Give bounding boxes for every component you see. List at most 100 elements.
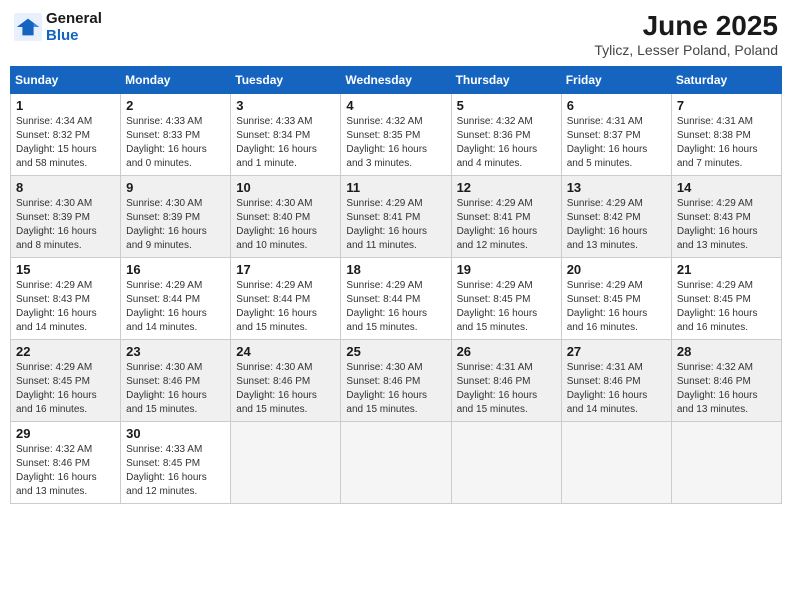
cell-info-line: Sunset: 8:33 PM <box>126 129 225 143</box>
cell-info-line: Daylight: 16 hours <box>236 389 335 403</box>
calendar-cell: 11Sunrise: 4:29 AMSunset: 8:41 PMDayligh… <box>341 176 451 258</box>
cell-info-line: and 12 minutes. <box>126 485 225 499</box>
cell-info-line: Sunrise: 4:30 AM <box>236 361 335 375</box>
cell-info-line: Sunrise: 4:29 AM <box>346 197 445 211</box>
cell-info-line: Sunrise: 4:29 AM <box>677 197 776 211</box>
cell-info-line: Sunrise: 4:31 AM <box>567 115 666 129</box>
day-number: 25 <box>346 344 445 359</box>
weekday-header-thursday: Thursday <box>451 67 561 94</box>
calendar-cell: 1 Sunrise: 4:34 AMSunset: 8:32 PMDaylight… <box>11 94 121 176</box>
cell-info-line: Daylight: 16 hours <box>346 389 445 403</box>
cell-info-line: Daylight: 16 hours <box>567 307 666 321</box>
cell-info-line: Sunrise: 4:34 AM <box>16 115 115 129</box>
logo-text: General Blue <box>46 10 102 44</box>
cell-info-line: and 13 minutes. <box>567 239 666 253</box>
calendar-cell: 8Sunrise: 4:30 AMSunset: 8:39 PMDaylight… <box>11 176 121 258</box>
cell-info-line: Sunrise: 4:29 AM <box>457 279 556 293</box>
cell-info-line: Sunset: 8:45 PM <box>567 293 666 307</box>
cell-info-line: Daylight: 16 hours <box>457 143 556 157</box>
cell-info-line: Sunset: 8:36 PM <box>457 129 556 143</box>
title-block: June 2025 Tylicz, Lesser Poland, Poland <box>594 10 778 58</box>
day-number: 17 <box>236 262 335 277</box>
calendar-cell <box>451 422 561 504</box>
calendar-cell: 28Sunrise: 4:32 AMSunset: 8:46 PMDayligh… <box>671 340 781 422</box>
day-number: 5 <box>457 98 556 113</box>
cell-info-line: Sunset: 8:46 PM <box>126 375 225 389</box>
cell-info-line: Daylight: 16 hours <box>346 143 445 157</box>
header: General Blue June 2025 Tylicz, Lesser Po… <box>10 10 782 58</box>
cell-info-line: Daylight: 16 hours <box>16 389 115 403</box>
day-number: 7 <box>677 98 776 113</box>
day-number: 24 <box>236 344 335 359</box>
cell-info-line: and 13 minutes. <box>677 239 776 253</box>
day-number: 11 <box>346 180 445 195</box>
cell-info-line: Sunset: 8:39 PM <box>16 211 115 225</box>
cell-info-line: Sunset: 8:45 PM <box>126 457 225 471</box>
calendar-week-row: 1Sunrise: 4:34 AMSunset: 8:32 PMDaylight… <box>11 94 782 176</box>
cell-info-line: and 14 minutes. <box>567 403 666 417</box>
cell-info-line: Sunrise: 4:29 AM <box>567 197 666 211</box>
calendar-cell: 17Sunrise: 4:29 AMSunset: 8:44 PMDayligh… <box>231 258 341 340</box>
day-number: 3 <box>236 98 335 113</box>
calendar-cell: 19Sunrise: 4:29 AMSunset: 8:45 PMDayligh… <box>451 258 561 340</box>
cell-info-line: Sunset: 8:46 PM <box>457 375 556 389</box>
cell-info-line: and 13 minutes. <box>16 485 115 499</box>
cell-info-line: Sunrise: 4:29 AM <box>16 279 115 293</box>
calendar-cell: 2Sunrise: 4:33 AMSunset: 8:33 PMDaylight… <box>121 94 231 176</box>
cell-info-line: Daylight: 15 hours <box>16 143 115 157</box>
calendar-cell <box>671 422 781 504</box>
cell-info-line: and 16 minutes. <box>16 403 115 417</box>
cell-info-line: Sunset: 8:46 PM <box>236 375 335 389</box>
day-number: 26 <box>457 344 556 359</box>
cell-info-line: Sunset: 8:37 PM <box>567 129 666 143</box>
cell-info-line: Sunset: 8:45 PM <box>677 293 776 307</box>
cell-info-line: Sunset: 8:34 PM <box>236 129 335 143</box>
cell-info-line: Sunrise: 4:29 AM <box>346 279 445 293</box>
cell-info-line: Daylight: 16 hours <box>126 389 225 403</box>
cell-info-line: Daylight: 16 hours <box>126 471 225 485</box>
cell-info-line: Daylight: 16 hours <box>16 307 115 321</box>
cell-info-line: Daylight: 16 hours <box>126 225 225 239</box>
cell-info-line: and 58 minutes. <box>16 157 115 171</box>
cell-info-line: and 15 minutes. <box>236 403 335 417</box>
day-number: 21 <box>677 262 776 277</box>
cell-info-line: Sunset: 8:41 PM <box>457 211 556 225</box>
calendar-table: SundayMondayTuesdayWednesdayThursdayFrid… <box>10 66 782 504</box>
calendar-cell: 21Sunrise: 4:29 AMSunset: 8:45 PMDayligh… <box>671 258 781 340</box>
cell-info-line: Sunset: 8:44 PM <box>346 293 445 307</box>
cell-info-line: Sunset: 8:32 PM <box>16 129 115 143</box>
weekday-header-saturday: Saturday <box>671 67 781 94</box>
cell-info-line: and 10 minutes. <box>236 239 335 253</box>
calendar-cell: 14Sunrise: 4:29 AMSunset: 8:43 PMDayligh… <box>671 176 781 258</box>
cell-info-line: Sunrise: 4:30 AM <box>346 361 445 375</box>
cell-info-line: and 8 minutes. <box>16 239 115 253</box>
day-number: 6 <box>567 98 666 113</box>
cell-info-line: Daylight: 16 hours <box>126 143 225 157</box>
cell-info-line: and 13 minutes. <box>677 403 776 417</box>
calendar-week-row: 8Sunrise: 4:30 AMSunset: 8:39 PMDaylight… <box>11 176 782 258</box>
cell-info-line: and 12 minutes. <box>457 239 556 253</box>
weekday-header-friday: Friday <box>561 67 671 94</box>
cell-info-line: Sunset: 8:43 PM <box>16 293 115 307</box>
cell-info-line: and 5 minutes. <box>567 157 666 171</box>
calendar-cell: 18Sunrise: 4:29 AMSunset: 8:44 PMDayligh… <box>341 258 451 340</box>
cell-info-line: Sunrise: 4:31 AM <box>677 115 776 129</box>
cell-info-line: Sunrise: 4:32 AM <box>677 361 776 375</box>
cell-info-line: Sunset: 8:45 PM <box>457 293 556 307</box>
calendar-cell: 9Sunrise: 4:30 AMSunset: 8:39 PMDaylight… <box>121 176 231 258</box>
day-number: 22 <box>16 344 115 359</box>
day-number: 23 <box>126 344 225 359</box>
cell-info-line: and 7 minutes. <box>677 157 776 171</box>
cell-info-line: Sunrise: 4:33 AM <box>126 115 225 129</box>
calendar-cell: 24 Sunrise: 4:30 AMSunset: 8:46 PMDayligh… <box>231 340 341 422</box>
day-number: 12 <box>457 180 556 195</box>
cell-info-line: Daylight: 16 hours <box>236 307 335 321</box>
calendar-cell: 22Sunrise: 4:29 AMSunset: 8:45 PMDayligh… <box>11 340 121 422</box>
day-number: 9 <box>126 180 225 195</box>
cell-info-line: Daylight: 16 hours <box>126 307 225 321</box>
calendar-cell <box>561 422 671 504</box>
month-year-title: June 2025 <box>594 10 778 42</box>
day-number: 1 <box>16 98 115 113</box>
calendar-cell: 12Sunrise: 4:29 AMSunset: 8:41 PMDayligh… <box>451 176 561 258</box>
cell-info-line: and 11 minutes. <box>346 239 445 253</box>
